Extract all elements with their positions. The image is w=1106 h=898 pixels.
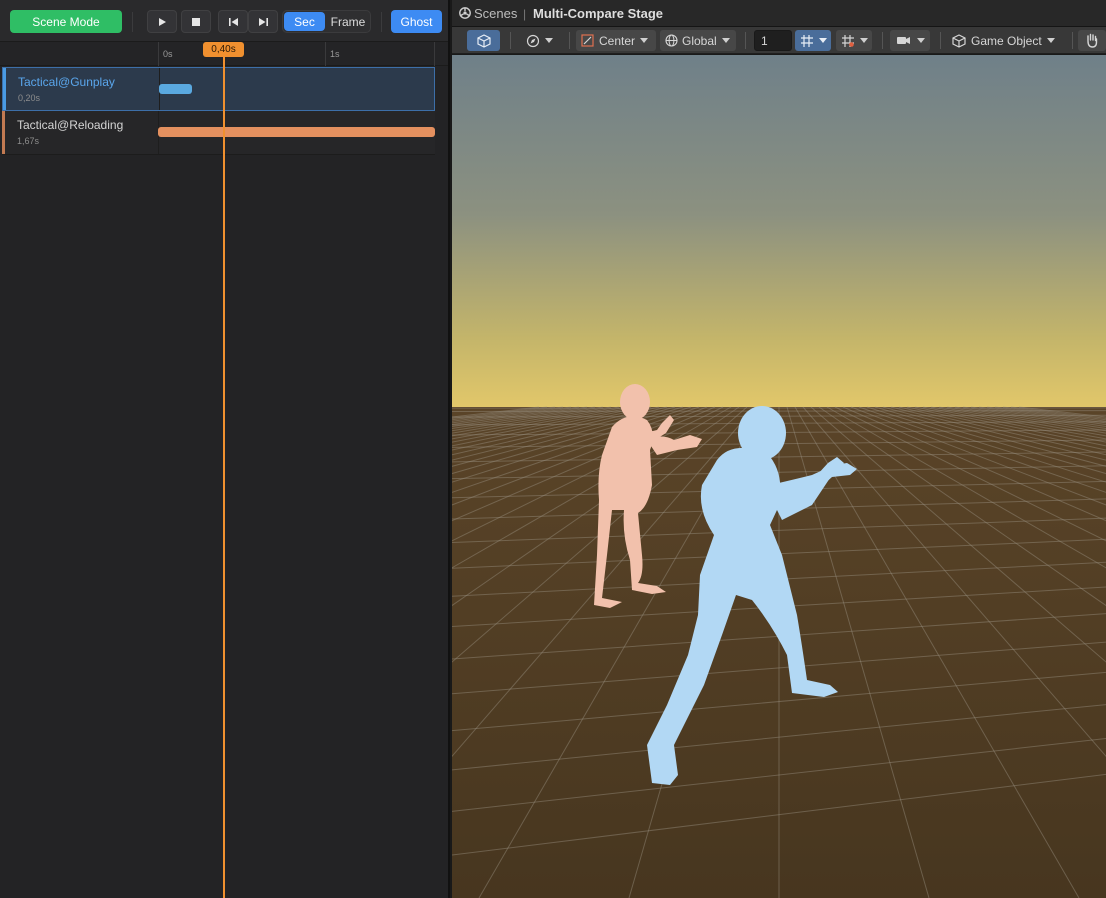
pivot-icon [581, 34, 594, 47]
step-back-button[interactable] [218, 10, 248, 33]
toolbar-divider [1072, 32, 1073, 49]
toolbar-divider [745, 32, 746, 49]
toolbar-divider [882, 32, 883, 49]
toolbar-divider [940, 32, 941, 49]
viewport-canvas [452, 55, 1106, 898]
chevron-down-icon [818, 38, 827, 43]
track-name: Tactical@Reloading [17, 118, 124, 132]
step-forward-icon [258, 17, 268, 26]
app-window: Scene Mode Sec Frame Ghost 0s 1s 0,40s T… [0, 0, 1106, 898]
ruler-tick [325, 42, 326, 66]
draw-mode-dropdown[interactable] [518, 30, 560, 51]
play-button[interactable] [147, 10, 177, 33]
compass-icon [526, 34, 539, 47]
ruler-tick-label: 0s [163, 49, 173, 59]
grid-snap-icon [800, 34, 813, 47]
chevron-down-icon [1046, 38, 1055, 43]
grid-size-input[interactable]: 1 [754, 30, 792, 51]
camera-dropdown[interactable] [890, 30, 930, 51]
unity-logo-icon [459, 7, 471, 19]
game-object-label: Game Object [971, 33, 1042, 48]
animation-clip[interactable] [159, 84, 192, 94]
track-duration: 0,20s [18, 93, 41, 103]
scene-toolbar: Center Global 1 Game Object [452, 27, 1106, 54]
chevron-down-icon [721, 38, 730, 43]
ruler-end [434, 42, 435, 66]
toolbar-divider [510, 32, 511, 49]
timeline-panel: Scene Mode Sec Frame Ghost 0s 1s 0,40s T… [0, 0, 450, 898]
chevron-down-icon [859, 38, 868, 43]
space-dropdown[interactable]: Global [660, 30, 736, 51]
track-row[interactable]: Tactical@Reloading 1,67s [2, 111, 435, 155]
increment-snap-icon [841, 34, 854, 47]
time-unit-toggle: Sec Frame [282, 10, 371, 33]
scene-view: Scenes | Multi-Compare Stage Center Glob… [452, 0, 1106, 898]
play-icon [159, 17, 166, 26]
hand-icon [1087, 33, 1098, 48]
toolbar-divider [132, 12, 133, 32]
track-name: Tactical@Gunplay [18, 75, 115, 89]
view-mode-button[interactable] [467, 30, 500, 51]
scene-header: Scenes | Multi-Compare Stage [452, 0, 1106, 27]
pivot-label: Center [599, 33, 636, 48]
step-forward-button[interactable] [248, 10, 278, 33]
step-back-icon [228, 17, 238, 26]
scene-mode-button[interactable]: Scene Mode [10, 10, 122, 33]
space-label: Global [682, 33, 717, 48]
track-color-marker [2, 111, 5, 154]
stop-button[interactable] [181, 10, 211, 33]
grid-snap-toggle[interactable] [795, 30, 831, 51]
ghost-toggle-button[interactable]: Ghost [391, 10, 442, 33]
stop-icon [192, 17, 200, 26]
breadcrumb-scenes[interactable]: Scenes [474, 6, 517, 21]
chevron-down-icon [640, 38, 649, 43]
track-color-marker [3, 68, 6, 110]
globe-icon [665, 34, 678, 47]
playhead-time-badge[interactable]: 0,40s [203, 42, 244, 57]
ruler-tick-label: 1s [330, 49, 340, 59]
increment-snap-toggle[interactable] [836, 30, 872, 51]
breadcrumb-separator: | [523, 7, 527, 21]
camera-icon [896, 37, 910, 44]
track-duration: 1,67s [17, 136, 40, 146]
chevron-down-icon [544, 38, 553, 43]
pivot-dropdown[interactable]: Center [576, 30, 656, 51]
track-row[interactable]: Tactical@Gunplay 0,20s [2, 67, 435, 111]
toolbar-divider [381, 12, 382, 32]
frame-option[interactable]: Frame [326, 12, 370, 31]
timeline-toolbar: Scene Mode Sec Frame Ghost [0, 0, 448, 42]
sec-option[interactable]: Sec [284, 12, 325, 31]
ruler-tick [158, 42, 159, 66]
toolbar-divider [569, 32, 570, 49]
animation-clip[interactable] [158, 127, 435, 137]
hand-tool-button[interactable] [1078, 30, 1106, 51]
game-object-dropdown[interactable]: Game Object [948, 30, 1064, 51]
playhead-line[interactable] [223, 56, 225, 898]
skybox [452, 55, 1106, 410]
cube-icon [476, 33, 491, 48]
stage-title: Multi-Compare Stage [533, 6, 664, 21]
cube-icon [952, 33, 966, 48]
scene-viewport[interactable] [452, 55, 1106, 898]
chevron-down-icon [916, 38, 925, 43]
